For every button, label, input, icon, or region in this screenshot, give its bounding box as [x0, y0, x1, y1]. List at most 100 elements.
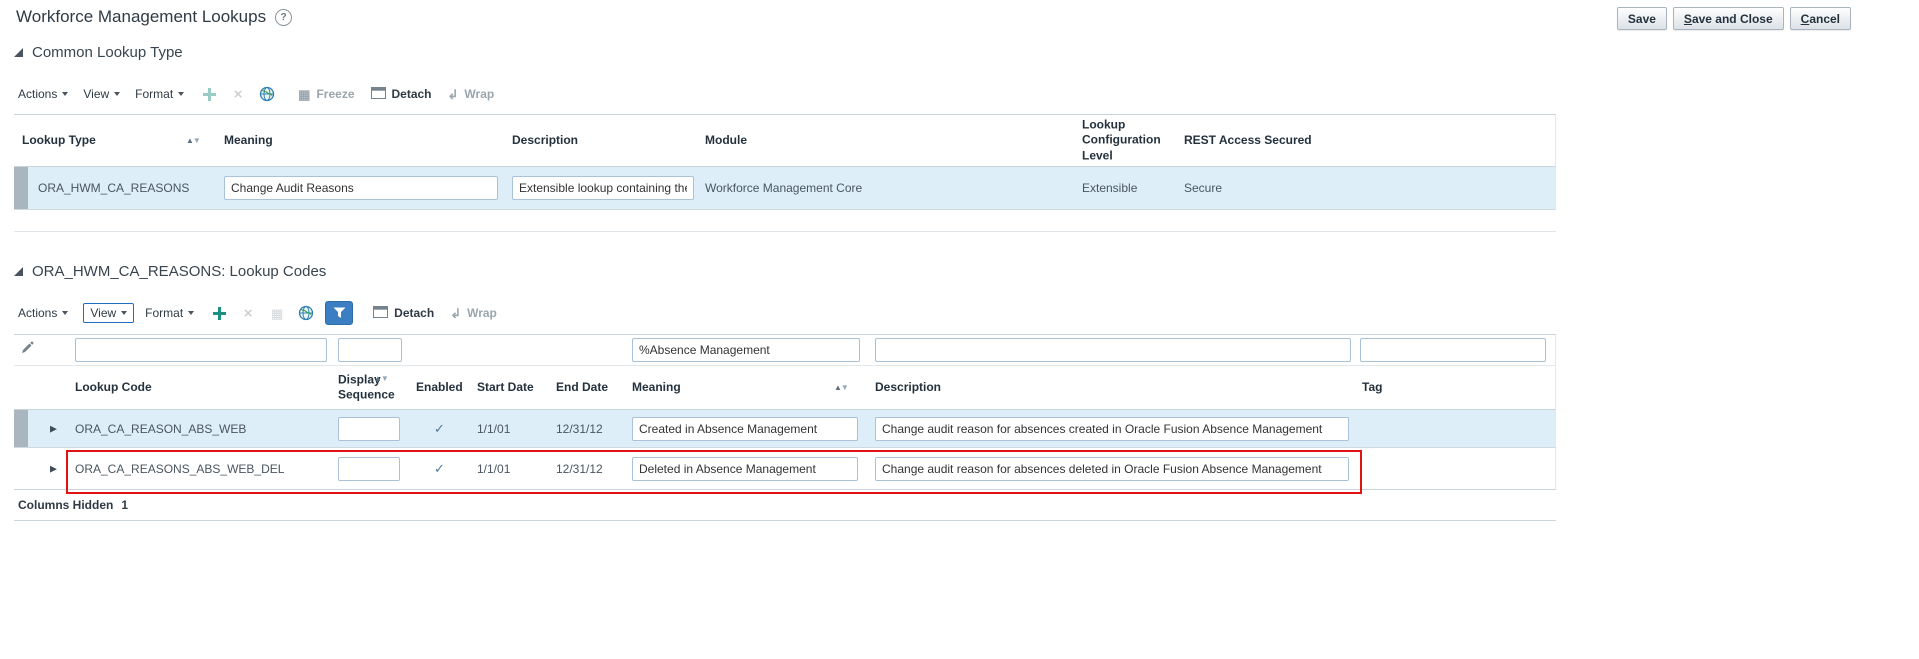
collapse-section-icon[interactable]: [14, 48, 23, 57]
view-menu[interactable]: View: [83, 303, 135, 323]
wrap-icon: ↲: [450, 305, 462, 321]
row-selection-bar: [14, 167, 28, 209]
display-sequence-input[interactable]: [338, 456, 400, 481]
lookup-type-table-header: Lookup Type ▲ ▼ Meaning Description Modu…: [14, 114, 1556, 167]
page-title: Workforce Management Lookups ?: [16, 7, 293, 27]
description-input[interactable]: [875, 456, 1349, 481]
column-header-rest-access-secured[interactable]: REST Access Secured: [1184, 133, 1312, 149]
column-header-tag[interactable]: Tag: [1362, 380, 1382, 396]
row-selection-bar: [14, 410, 28, 447]
column-header-meaning[interactable]: Meaning: [224, 133, 273, 149]
column-header-lookup-type[interactable]: Lookup Type: [22, 133, 96, 149]
section1-toolbar: Actions View Format × ▦ Freeze Detach ↲ …: [18, 82, 498, 106]
pencil-icon[interactable]: [20, 341, 34, 360]
column-header-description[interactable]: Description: [512, 133, 578, 149]
globe-icon[interactable]: [296, 303, 316, 323]
freeze-button: ▦ Freeze: [298, 86, 355, 102]
columns-hidden-status: Columns Hidden 1: [18, 498, 129, 512]
lookup-code-value: ORA_CA_REASON_ABS_WEB: [75, 421, 247, 436]
lookup-code-value: ORA_CA_REASONS_ABS_WEB_DEL: [75, 461, 285, 476]
cancel-button[interactable]: Cancel: [1789, 7, 1851, 30]
description-input[interactable]: [512, 176, 694, 200]
lookup-configuration-level-value: Extensible: [1082, 181, 1138, 195]
detach-icon: [373, 305, 389, 321]
display-sequence-input[interactable]: [338, 416, 400, 441]
enabled-check-icon: ✓: [434, 420, 445, 436]
actions-menu[interactable]: Actions: [18, 87, 69, 101]
format-menu[interactable]: Format: [145, 306, 195, 320]
save-button[interactable]: Save: [1616, 7, 1667, 30]
help-icon[interactable]: ?: [275, 8, 293, 26]
table1-bottom-border: [14, 231, 1556, 232]
column-header-description[interactable]: Description: [875, 380, 941, 396]
filter-meaning-input[interactable]: [632, 338, 860, 362]
chevron-down-icon: [121, 311, 128, 315]
query-by-example-filter-icon[interactable]: [325, 301, 354, 325]
add-row-icon: [199, 84, 219, 104]
enabled-check-icon: ✓: [434, 460, 445, 476]
column-header-module[interactable]: Module: [705, 133, 747, 149]
column-header-meaning[interactable]: Meaning: [632, 380, 681, 396]
filter-lookup-code-input[interactable]: [75, 338, 327, 362]
wrap-icon: ↲: [447, 86, 459, 102]
wrap-button: ↲ Wrap: [447, 86, 495, 102]
query-by-example-row: [14, 334, 1556, 366]
save-and-close-button[interactable]: Save and Close: [1672, 7, 1784, 30]
delete-row-icon: ×: [233, 85, 243, 103]
description-input[interactable]: [875, 416, 1349, 441]
header-action-buttons: Save Save and Close Cancel: [1616, 7, 1851, 30]
lookup-code-row[interactable]: ▶ ORA_CA_REASON_ABS_WEB ✓ 1/1/01 12/31/1…: [14, 410, 1556, 448]
chevron-down-icon: [114, 92, 121, 96]
detach-button[interactable]: Detach: [370, 86, 432, 102]
lookup-type-table-row[interactable]: ORA_HWM_CA_REASONS Workforce Management …: [14, 167, 1556, 210]
sort-descending-icon[interactable]: ▼: [193, 137, 201, 145]
module-value: Workforce Management Core: [705, 181, 863, 195]
add-row-icon[interactable]: [209, 303, 229, 323]
section-lookup-codes-header[interactable]: ORA_HWM_CA_REASONS: Lookup Codes: [14, 263, 326, 280]
end-date-value: 12/31/12: [556, 461, 603, 476]
columns-hidden-count: 1: [121, 498, 129, 512]
grid-icon: ▦: [271, 305, 284, 321]
chevron-down-icon: [178, 92, 185, 96]
sort-icons[interactable]: ▲ ▼: [374, 375, 389, 383]
column-header-lookup-code[interactable]: Lookup Code: [75, 380, 152, 396]
chevron-down-icon: [62, 311, 69, 315]
sort-descending-icon[interactable]: ▼: [841, 384, 849, 392]
delete-row-icon: ×: [243, 304, 253, 322]
section-title: Common Lookup Type: [32, 44, 183, 61]
chevron-down-icon: [188, 311, 195, 315]
meaning-input[interactable]: [224, 176, 498, 200]
detach-button[interactable]: Detach: [373, 305, 434, 321]
sort-icons[interactable]: ▲ ▼: [186, 137, 201, 145]
lookup-codes-table-header: Lookup Code Display Sequence ▲ ▼ Enabled…: [14, 366, 1556, 410]
footer-bottom-border: [14, 520, 1556, 521]
lookup-code-row[interactable]: ▶ ORA_CA_REASONS_ABS_WEB_DEL ✓ 1/1/01 12…: [14, 448, 1556, 490]
filter-description-input[interactable]: [875, 338, 1351, 362]
column-header-enabled[interactable]: Enabled: [416, 380, 463, 396]
view-menu[interactable]: View: [83, 87, 121, 101]
sort-icons[interactable]: ▲ ▼: [834, 384, 849, 392]
start-date-value: 1/1/01: [477, 421, 511, 436]
sort-descending-icon[interactable]: ▼: [381, 375, 389, 383]
column-header-lookup-configuration-level[interactable]: Lookup Configuration Level: [1082, 117, 1174, 164]
expand-row-icon[interactable]: ▶: [50, 463, 57, 474]
wrap-button: ↲ Wrap: [450, 305, 497, 321]
globe-icon[interactable]: [257, 84, 277, 104]
section-common-lookup-type-header[interactable]: Common Lookup Type: [14, 44, 183, 61]
meaning-input[interactable]: [632, 416, 858, 441]
expand-row-icon[interactable]: ▶: [50, 423, 57, 434]
column-header-start-date[interactable]: Start Date: [477, 380, 534, 396]
collapse-section-icon[interactable]: [14, 267, 23, 276]
freeze-icon: ▦: [298, 86, 311, 102]
meaning-input[interactable]: [632, 456, 858, 481]
filter-tag-input[interactable]: [1360, 338, 1546, 362]
filter-display-sequence-input[interactable]: [338, 338, 402, 362]
format-menu[interactable]: Format: [135, 87, 185, 101]
page-title-text: Workforce Management Lookups: [16, 7, 267, 26]
workforce-management-lookups-page: Workforce Management Lookups ? Save Save…: [0, 0, 1919, 659]
column-header-end-date[interactable]: End Date: [556, 380, 608, 396]
section-title: ORA_HWM_CA_REASONS: Lookup Codes: [32, 263, 327, 280]
rest-access-secured-value: Secure: [1184, 181, 1223, 195]
actions-menu[interactable]: Actions: [18, 306, 69, 320]
end-date-value: 12/31/12: [556, 421, 603, 436]
